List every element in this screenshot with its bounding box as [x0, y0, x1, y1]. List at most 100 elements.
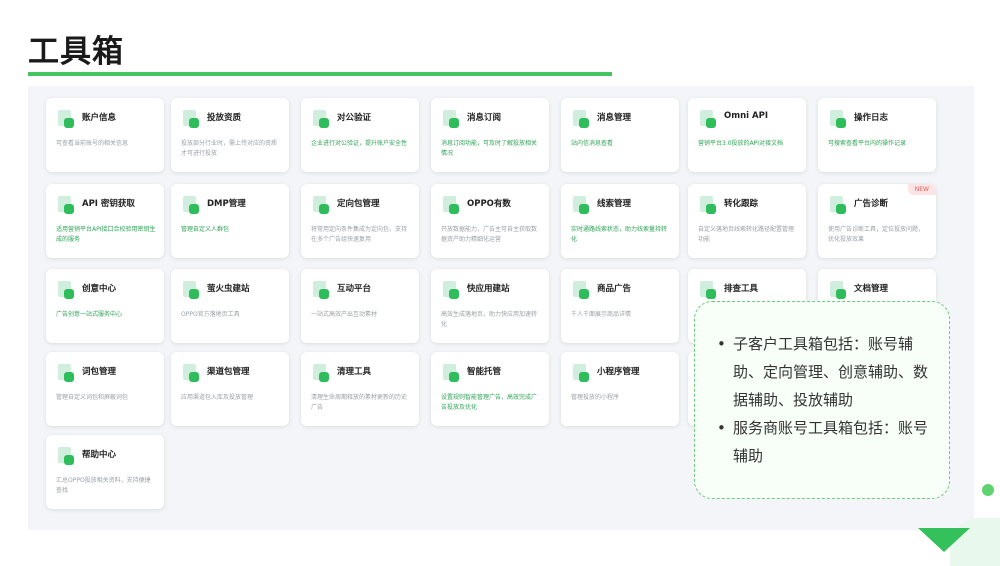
tool-card[interactable]: 智能托管设置规则智能管理广告，高效完成广告投放及优化 — [431, 352, 549, 426]
tool-card[interactable]: 词包管理 管理自定义词包和屏蔽词包 — [46, 352, 164, 426]
tool-card-description: 将常用定向条件集成为定向包，支持在多个广告组快速复用 — [311, 226, 408, 243]
tool-card-description: 一站式高效产出互动素材 — [311, 311, 378, 318]
help-icon — [58, 447, 74, 465]
tool-card[interactable]: 对公验证 企业进行对公验证，提升账户安全性 — [301, 98, 419, 172]
interact-icon — [313, 281, 329, 299]
channel-icon — [183, 364, 199, 382]
tool-card[interactable]: DMP管理 管理自定义人群包 — [171, 184, 289, 258]
tool-card[interactable]: OPPO有数 开放数据能力，广告主可自主获取数据资产助力精细化运营 — [431, 184, 549, 258]
tool-card-description: 可搜索查看平台内的操作记录 — [828, 140, 907, 147]
tool-card-description: 使用广告诊断工具，定位投放问题，优化投放效果 — [828, 226, 925, 243]
tool-card-description: 站内信消息查看 — [571, 140, 614, 147]
tool-card[interactable]: 广告诊断使用广告诊断工具，定位投放问题，优化投放效果 NEW — [818, 184, 936, 258]
diagnose-icon — [830, 196, 846, 214]
tool-card-name: 账户信息 — [82, 113, 117, 123]
tool-card-description: 清理生命周期释放的素材更新的历史广告 — [311, 394, 408, 411]
qualification-icon — [183, 110, 199, 128]
page-title: 工具箱 — [28, 34, 124, 70]
new-badge: NEW — [907, 184, 936, 195]
tool-card[interactable]: 萤火虫建站 OPPO官方落地页工具 — [171, 269, 289, 343]
target-icon — [313, 196, 329, 214]
tools-icon — [700, 281, 716, 299]
tool-card[interactable]: 定向包管理将常用定向条件集成为定向包，支持在多个广告组快速复用 — [301, 184, 419, 258]
tool-card[interactable]: 创意中心广告创意一站式服务中心 — [46, 269, 164, 343]
tool-card-name: 商品广告 — [597, 284, 632, 294]
site-icon — [183, 281, 199, 299]
tool-card[interactable]: 互动平台一站式高效产出互动素材 — [301, 269, 419, 343]
tool-card-description: 企业进行对公验证，提升账户安全性 — [311, 140, 408, 147]
tool-card[interactable]: 清理工具清理生命周期释放的素材更新的历史广告 — [301, 352, 419, 426]
miniapp-icon — [573, 364, 589, 382]
tool-card-name: 线索管理 — [597, 199, 632, 209]
tool-card[interactable]: 转化跟踪自定义落地页线索转化路径配置管理功能 — [688, 184, 806, 258]
clean-icon — [313, 364, 329, 382]
tool-card-description: 应用渠道包入库及投放管理 — [181, 394, 254, 401]
tool-card-name: 清理工具 — [337, 367, 372, 377]
tool-card[interactable]: 消息订阅消息订阅功能，可及时了解投放相关情况 — [431, 98, 549, 172]
tool-card-description: 开放数据能力，广告主可自主获取数据资产助力精细化运营 — [441, 226, 538, 243]
tool-card[interactable]: 小程序管理管理投放的小程序 — [561, 352, 679, 426]
tool-card-description: 广告创意一站式服务中心 — [56, 311, 123, 318]
tool-card-description: 投放部分行业时，需上传对应的资质才可进行投放 — [181, 140, 278, 157]
product-icon — [573, 281, 589, 299]
tool-card-name: 智能托管 — [467, 367, 502, 377]
quickapp-icon — [443, 281, 459, 299]
tool-card[interactable]: 账户信息可查看当前账号的相关信息 — [46, 98, 164, 172]
decor-triangle — [918, 528, 970, 552]
tool-card-description: 实时通路线索状态，助力线索量持转化 — [571, 226, 668, 243]
tool-card-name: 文档管理 — [854, 284, 889, 294]
tool-card-name: 渠道包管理 — [207, 367, 250, 377]
tool-card-name: 创意中心 — [82, 284, 117, 294]
tool-card[interactable]: 操作日志可搜索查看平台内的操作记录 — [818, 98, 936, 172]
tool-card-name: 转化跟踪 — [724, 199, 759, 209]
note-item: 子客户工具箱包括：账号辅助、定向管理、创意辅助、数据辅助、投放辅助 — [717, 330, 935, 414]
tool-card-name: 排查工具 — [724, 284, 759, 294]
tool-card-name: 定向包管理 — [337, 199, 380, 209]
tool-card-name: 帮助中心 — [82, 450, 117, 460]
tool-card[interactable]: API 密钥获取适用营销平台API接口合校验用密钥生成的服务 — [46, 184, 164, 258]
tool-card[interactable]: 渠道包管理应用渠道包入库及投放管理 — [171, 352, 289, 426]
tool-card-description: 设置规则智能管理广告，高效完成广告投放及优化 — [441, 394, 538, 411]
tool-card-description: 管理投放的小程序 — [571, 394, 620, 401]
tool-card-name: 萤火虫建站 — [207, 284, 250, 294]
tool-card[interactable]: 消息管理站内信消息查看 — [561, 98, 679, 172]
tool-card-description: 汇总OPPO投放相关资料，支持便捷查找 — [56, 477, 151, 494]
tool-card[interactable]: 帮助中心汇总OPPO投放相关资料，支持便捷查找 — [46, 435, 164, 509]
tool-card-description: 可查看当前账号的相关信息 — [56, 140, 129, 147]
tool-card-description: 自定义落地页线索转化路径配置管理功能 — [698, 226, 795, 243]
key-icon — [58, 196, 74, 214]
toolbox-note: 子客户工具箱包括：账号辅助、定向管理、创意辅助、数据辅助、投放辅助 服务商账号工… — [694, 301, 950, 499]
decor-dot — [982, 484, 994, 496]
tool-card-description: 管理自定义词包和屏蔽词包 — [56, 394, 129, 401]
note-list: 子客户工具箱包括：账号辅助、定向管理、创意辅助、数据辅助、投放辅助 服务商账号工… — [717, 330, 935, 470]
tool-card-name: 消息订阅 — [467, 113, 502, 123]
tool-card-name: 互动平台 — [337, 284, 372, 294]
tool-card[interactable]: 投放资质投放部分行业时，需上传对应的资质才可进行投放 — [171, 98, 289, 172]
tool-card[interactable]: 商品广告千人千面展示商品详情 — [561, 269, 679, 343]
tool-card-name: 小程序管理 — [597, 367, 640, 377]
verify-icon — [313, 110, 329, 128]
tool-card-name: DMP管理 — [207, 199, 246, 209]
tool-card-description: 消息订阅功能，可及时了解投放相关情况 — [441, 140, 538, 157]
tool-card-name: 操作日志 — [854, 113, 889, 123]
tool-card-name: 投放资质 — [207, 113, 242, 123]
tool-card-name: 广告诊断 — [854, 199, 889, 209]
tool-card-name: API 密钥获取 — [82, 199, 135, 209]
wordpack-icon — [58, 364, 74, 382]
message-icon — [573, 110, 589, 128]
tool-card-description: 千人千面展示商品详情 — [571, 311, 632, 318]
tool-card-name: Omni API — [724, 111, 768, 121]
tool-card-description: 营销平台3.0投放的API对接文档 — [698, 140, 784, 147]
tool-card[interactable]: 快应用建站 高效生成落地页，助力快应用加速转化 — [431, 269, 549, 343]
tool-card[interactable]: Omni API 营销平台3.0投放的API对接文档 — [688, 98, 806, 172]
title-underline — [28, 72, 612, 76]
tool-card-name: 快应用建站 — [467, 284, 510, 294]
note-item: 服务商账号工具箱包括：账号辅助 — [717, 414, 935, 470]
bulb-icon — [58, 281, 74, 299]
tool-card-name: 消息管理 — [597, 113, 632, 123]
tool-card-description: 适用营销平台API接口合校验用密钥生成的服务 — [56, 226, 156, 243]
tool-card-description: OPPO官方落地页工具 — [181, 311, 240, 318]
log-icon — [830, 110, 846, 128]
tool-card[interactable]: 线索管理实时通路线索状态，助力线索量持转化 — [561, 184, 679, 258]
auto-icon — [443, 364, 459, 382]
